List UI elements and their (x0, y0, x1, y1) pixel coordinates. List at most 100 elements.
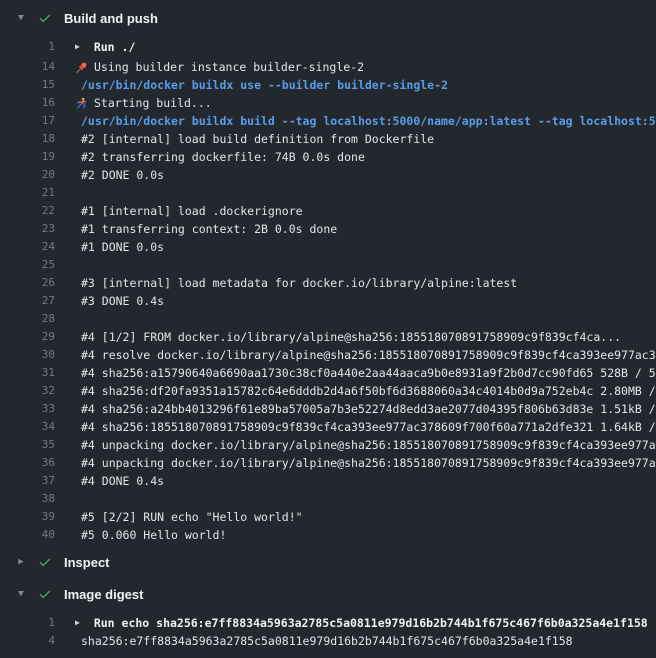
line-number[interactable]: 31 (0, 364, 55, 382)
log-line-content: ▶ #5 0.060 Hello world! (75, 526, 656, 544)
line-number[interactable]: 39 (0, 508, 55, 526)
line-number[interactable]: 21 (0, 184, 55, 202)
log-text: #3 DONE 0.4s (81, 292, 164, 310)
log-line: 39 ▶ #5 [2/2] RUN echo "Hello world!" (0, 508, 656, 526)
expand-chevron-icon[interactable]: ▶ (75, 614, 80, 632)
line-number[interactable]: 37 (0, 472, 55, 490)
line-number[interactable]: 18 (0, 130, 55, 148)
log-line: 27 ▶ #3 DONE 0.4s (0, 292, 656, 310)
log-text: #1 DONE 0.0s (81, 238, 164, 256)
line-number[interactable]: 14 (0, 58, 55, 76)
line-number[interactable]: 22 (0, 202, 55, 220)
log-line: 36 ▶ #4 unpacking docker.io/library/alpi… (0, 454, 656, 472)
log-line: 21 ▶ (0, 184, 656, 202)
line-number[interactable]: 32 (0, 382, 55, 400)
expand-chevron-icon[interactable]: ▶ (75, 38, 80, 56)
log-line: 28 ▶ (0, 310, 656, 328)
line-number[interactable]: 20 (0, 166, 55, 184)
log-line: 33 ▶ #4 sha256:a24bb4013296f61e89ba57005… (0, 400, 656, 418)
line-number[interactable]: 38 (0, 490, 55, 508)
log-line-content: ▶ #4 sha256:185518070891758909c9f839cf4c… (75, 418, 656, 436)
log-line-content: ▶ Run ./ (75, 38, 656, 56)
log-text: #2 [internal] load build definition from… (81, 130, 434, 148)
log-line: 23 ▶ #1 transferring context: 2B 0.0s do… (0, 220, 656, 238)
section-header-build-and-push[interactable]: ▼ Build and push (0, 6, 656, 30)
line-number[interactable]: 34 (0, 418, 55, 436)
log-line: 31 ▶ #4 sha256:a15790640a6690aa1730c38cf… (0, 364, 656, 382)
section-log-lines: 1 ▶ Run ./ 14 ▶ Using builder instance b… (0, 38, 656, 544)
line-number[interactable]: 35 (0, 436, 55, 454)
line-number[interactable]: 25 (0, 256, 55, 274)
log-section-image-digest: ▼ Image digest 1 ▶ Run echo sha256:e7ff8… (0, 582, 656, 650)
log-line-content: ▶ #2 transferring dockerfile: 74B 0.0s d… (75, 148, 656, 166)
log-text: #4 unpacking docker.io/library/alpine@sh… (81, 454, 656, 472)
log-text: Starting build... (94, 94, 212, 112)
section-log-lines: 1 ▶ Run echo sha256:e7ff8834a5963a2785c5… (0, 614, 656, 650)
log-text: #1 [internal] load .dockerignore (81, 202, 303, 220)
line-number[interactable]: 15 (0, 76, 55, 94)
log-text: /usr/bin/docker buildx build --tag local… (81, 112, 656, 130)
line-number[interactable]: 26 (0, 274, 55, 292)
log-text: #4 resolve docker.io/library/alpine@sha2… (81, 346, 656, 364)
log-text: #2 transferring dockerfile: 74B 0.0s don… (81, 148, 365, 166)
line-number[interactable]: 24 (0, 238, 55, 256)
log-line-content: ▶ /usr/bin/docker buildx use --builder b… (75, 76, 656, 94)
log-line-content: ▶ #2 DONE 0.0s (75, 166, 656, 184)
log-line-content: ▶ #5 [2/2] RUN echo "Hello world!" (75, 508, 656, 526)
log-line-content: ▶ Using builder instance builder-single-… (75, 58, 656, 76)
section-header-image-digest[interactable]: ▼ Image digest (0, 582, 656, 606)
log-line: 32 ▶ #4 sha256:df20fa9351a15782c64e6dddb… (0, 382, 656, 400)
log-text: Run ./ (94, 38, 136, 56)
line-number[interactable]: 29 (0, 328, 55, 346)
log-line-content: ▶ #1 transferring context: 2B 0.0s done (75, 220, 656, 238)
log-line-content: ▶ #4 sha256:a24bb4013296f61e89ba57005a7b… (75, 400, 656, 418)
log-line-content: ▶ #4 resolve docker.io/library/alpine@sh… (75, 346, 656, 364)
section-toggle-icon[interactable]: ▼ (12, 582, 30, 606)
log-text: Run echo sha256:e7ff8834a5963a2785c5a081… (94, 614, 648, 632)
section-header-inspect[interactable]: ▶ Inspect (0, 550, 656, 574)
section-title: Build and push (64, 11, 158, 26)
line-number[interactable]: 1 (0, 614, 55, 632)
log-text: #4 sha256:a24bb4013296f61e89ba57005a7b3e… (81, 400, 656, 418)
log-line: 37 ▶ #4 DONE 0.4s (0, 472, 656, 490)
line-number[interactable]: 28 (0, 310, 55, 328)
log-line: 15 ▶ /usr/bin/docker buildx use --builde… (0, 76, 656, 94)
line-number[interactable]: 27 (0, 292, 55, 310)
line-number[interactable]: 4 (0, 632, 55, 650)
log-text: #1 transferring context: 2B 0.0s done (81, 220, 337, 238)
log-section-build-and-push: ▼ Build and push 1 ▶ Run ./ 14 ▶ Using b… (0, 6, 656, 544)
log-line: 26 ▶ #3 [internal] load metadata for doc… (0, 274, 656, 292)
line-number[interactable]: 33 (0, 400, 55, 418)
log-line: 20 ▶ #2 DONE 0.0s (0, 166, 656, 184)
log-line-content: ▶ #4 unpacking docker.io/library/alpine@… (75, 436, 656, 454)
line-number[interactable]: 16 (0, 94, 55, 112)
line-number[interactable]: 19 (0, 148, 55, 166)
log-line: 18 ▶ #2 [internal] load build definition… (0, 130, 656, 148)
line-number[interactable]: 23 (0, 220, 55, 238)
log-line: 40 ▶ #5 0.060 Hello world! (0, 526, 656, 544)
log-line-content: ▶ #1 DONE 0.0s (75, 238, 656, 256)
log-text: /usr/bin/docker buildx use --builder bui… (81, 76, 448, 94)
log-line-content: ▶ #4 sha256:a15790640a6690aa1730c38cf0a4… (75, 364, 656, 382)
log-line-content: ▶ (75, 310, 656, 328)
log-line: 1 ▶ Run ./ (0, 38, 656, 56)
line-number[interactable]: 1 (0, 38, 55, 56)
section-title: Inspect (64, 555, 110, 570)
line-number[interactable]: 17 (0, 112, 55, 130)
log-line-content: ▶ (75, 256, 656, 274)
success-check-icon (38, 11, 52, 25)
log-line-content: ▶ Run echo sha256:e7ff8834a5963a2785c5a0… (75, 614, 656, 632)
log-text: #4 unpacking docker.io/library/alpine@sh… (81, 436, 656, 454)
log-line: 25 ▶ (0, 256, 656, 274)
log-line-content: ▶ #2 [internal] load build definition fr… (75, 130, 656, 148)
log-line-content: ▶ (75, 490, 656, 508)
line-number[interactable]: 36 (0, 454, 55, 472)
success-check-icon (38, 555, 52, 569)
line-number[interactable]: 40 (0, 526, 55, 544)
section-toggle-icon[interactable]: ▼ (12, 6, 30, 30)
log-text: #5 [2/2] RUN echo "Hello world!" (81, 508, 303, 526)
success-check-icon (38, 587, 52, 601)
section-toggle-icon[interactable]: ▶ (12, 550, 30, 574)
log-line: 17 ▶ /usr/bin/docker buildx build --tag … (0, 112, 656, 130)
line-number[interactable]: 30 (0, 346, 55, 364)
